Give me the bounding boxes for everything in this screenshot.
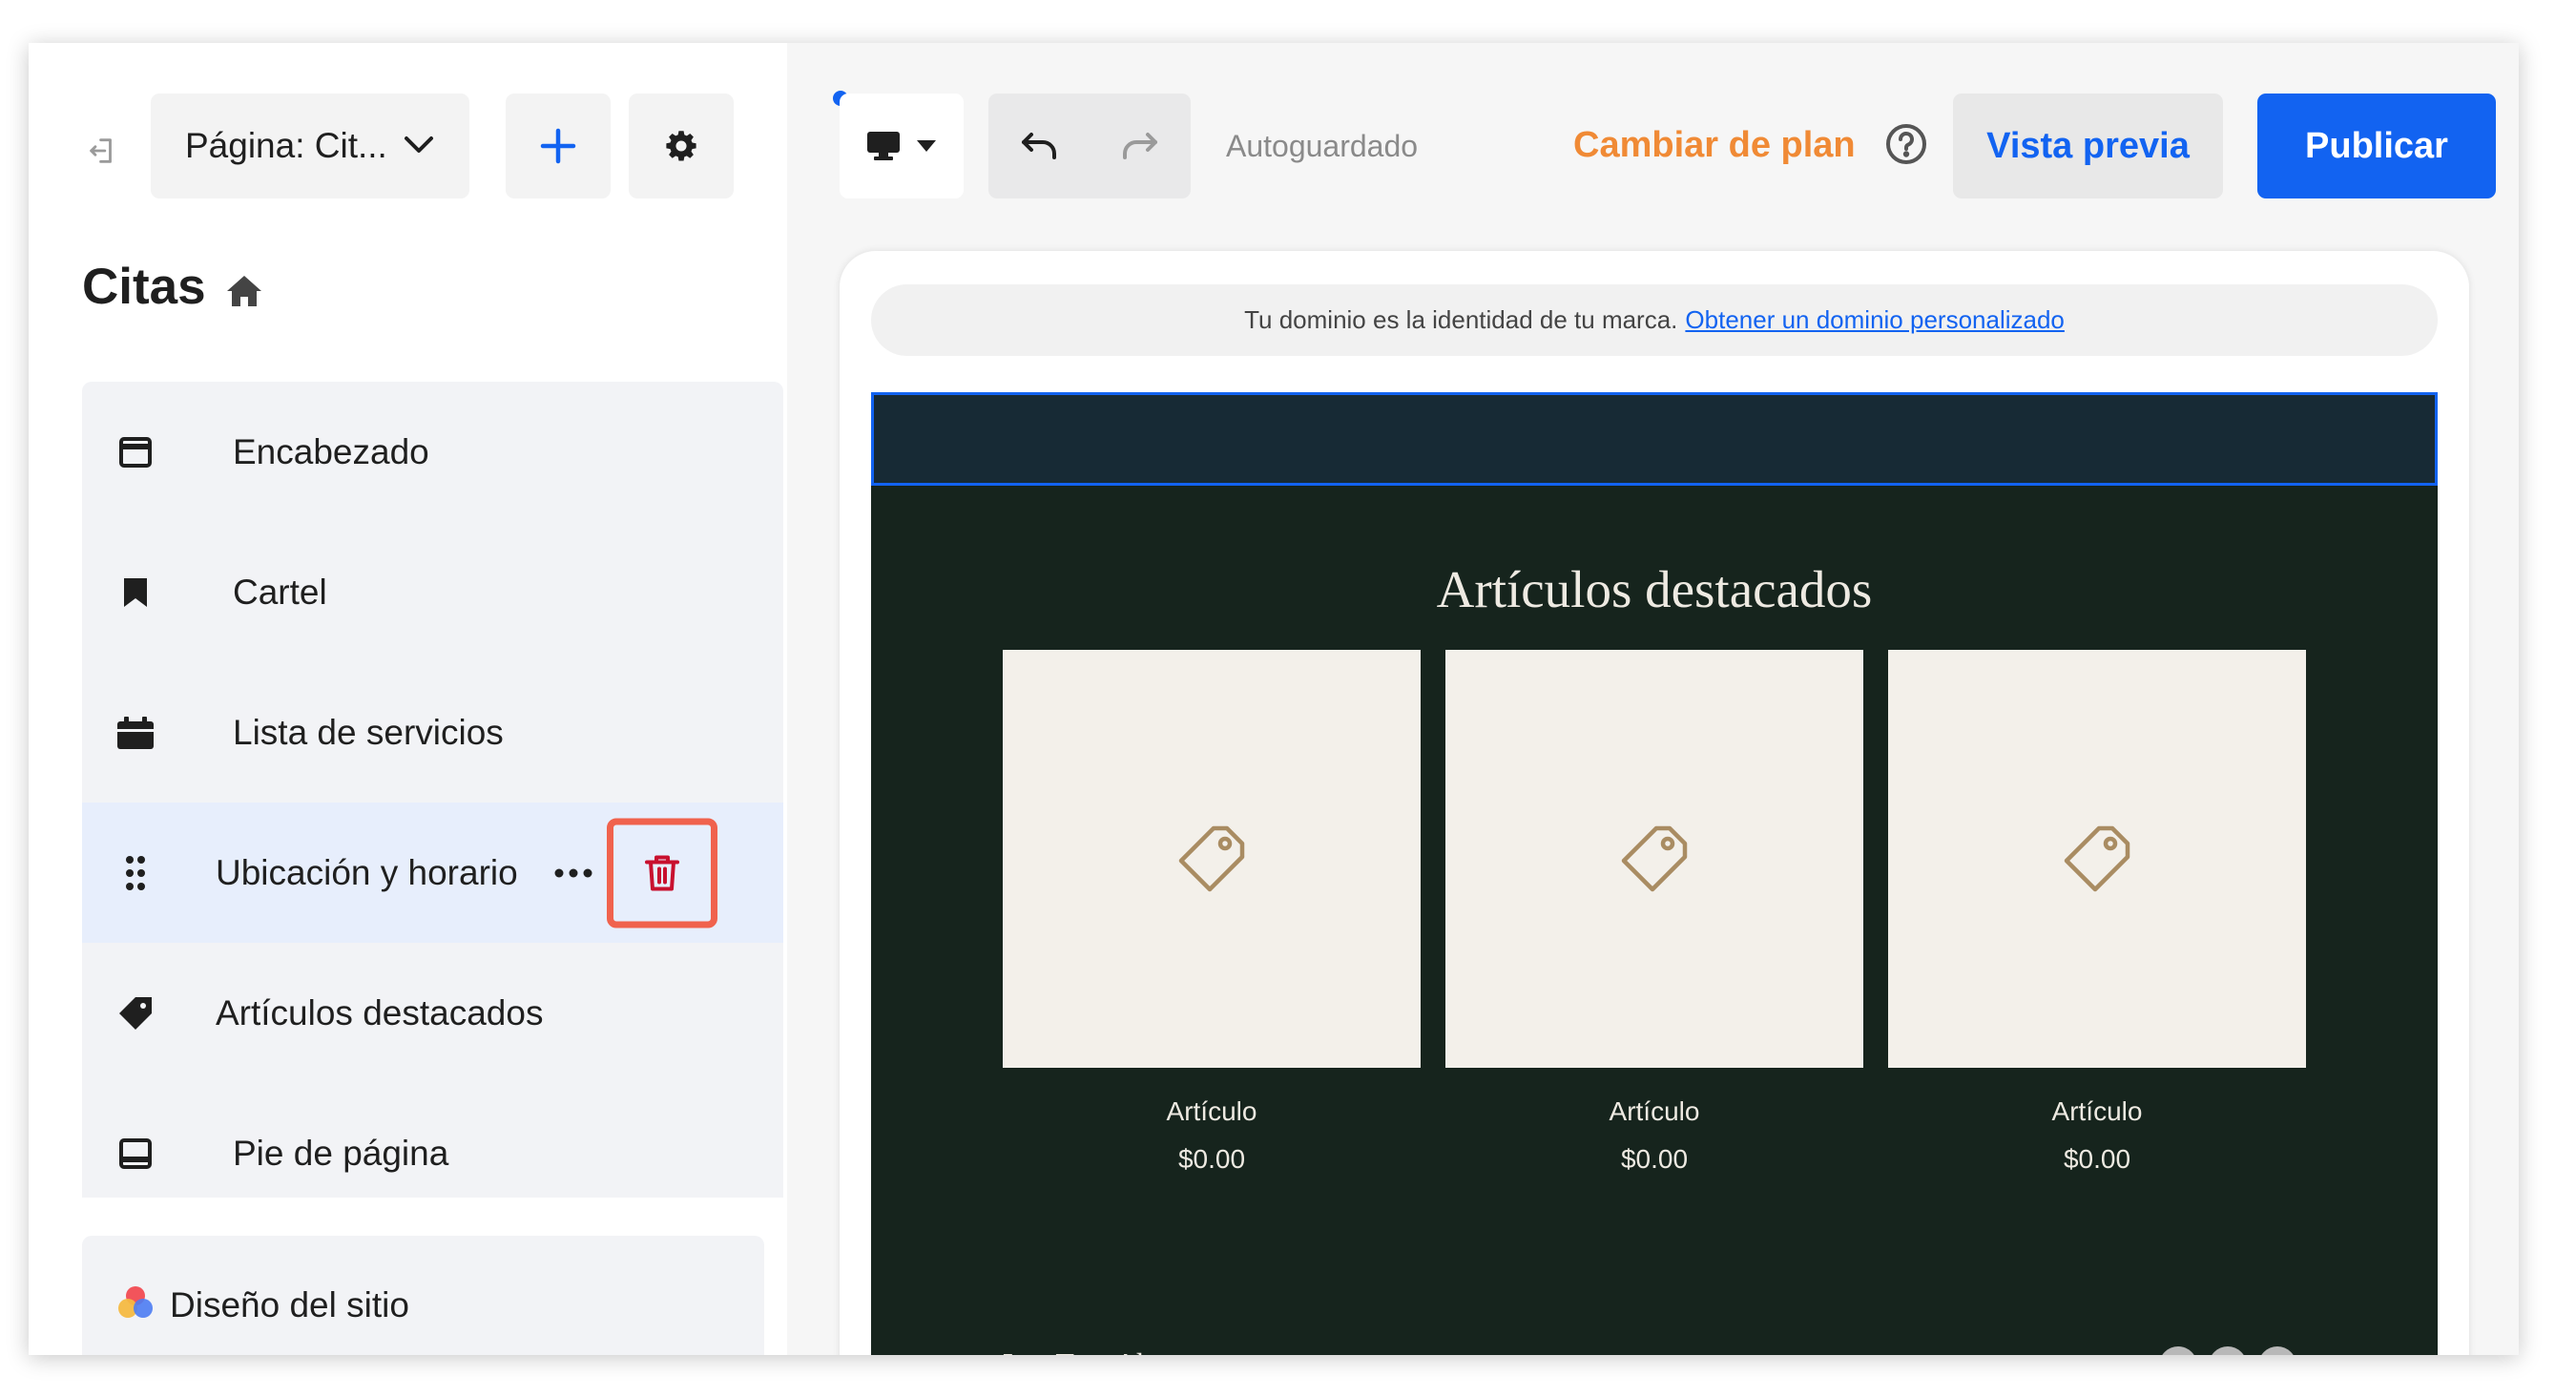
delete-section-button[interactable] <box>607 818 717 928</box>
undo-icon <box>1022 133 1056 159</box>
page-settings-button[interactable] <box>629 94 734 198</box>
section-label: Pie de página <box>233 1133 449 1173</box>
page-title-text: Citas <box>82 259 206 315</box>
domain-banner: Tu dominio es la identidad de tu marca. … <box>871 284 2438 356</box>
product-card[interactable]: Artículo $0.00 <box>1888 650 2306 1175</box>
site-header-section[interactable] <box>871 392 2438 486</box>
undo-button[interactable] <box>988 94 1090 198</box>
change-plan-link[interactable]: Cambiar de plan <box>1573 125 1856 166</box>
exit-button[interactable] <box>78 127 126 175</box>
site-preview-canvas: Tu dominio es la identidad de tu marca. … <box>840 251 2469 1355</box>
device-view-selector[interactable] <box>840 94 964 198</box>
more-dots-icon <box>554 868 592 877</box>
page-selector-label: Página: Cit... <box>185 126 387 165</box>
sections-list: Encabezado Cartel Lista de servicios Ubi… <box>82 382 783 1198</box>
exit-icon <box>90 138 112 163</box>
add-page-button[interactable] <box>506 94 611 198</box>
gear-icon <box>666 131 696 161</box>
tag-icon <box>1621 825 1688 892</box>
instagram-icon[interactable] <box>2209 1346 2247 1355</box>
site-design-button[interactable]: Diseño del sitio <box>82 1236 764 1355</box>
product-name: Artículo <box>1609 1096 1700 1126</box>
footer-brand-name: Los Tres Abetos <box>1003 1346 1201 1355</box>
site-design-label: Diseño del sitio <box>170 1285 409 1324</box>
facebook-icon[interactable] <box>2159 1346 2197 1355</box>
product-image <box>1888 650 2306 1068</box>
product-image <box>1003 650 1421 1068</box>
palette-icon <box>118 1286 153 1318</box>
home-icon <box>226 275 261 306</box>
section-item-services[interactable]: Lista de servicios <box>82 662 783 803</box>
section-label: Cartel <box>233 572 327 612</box>
page-selector[interactable]: Página: Cit... <box>151 94 469 198</box>
product-card[interactable]: Artículo $0.00 <box>1445 650 1863 1175</box>
drag-handle-icon[interactable] <box>116 854 155 892</box>
plus-icon <box>540 128 576 164</box>
section-label: Lista de servicios <box>233 712 504 752</box>
site-content: Artículos destacados Artículo $0.00 Artí… <box>871 392 2438 1355</box>
domain-banner-text: Tu dominio es la identidad de tu marca. <box>1244 305 1678 334</box>
undo-redo-group <box>988 94 1191 198</box>
featured-title: Artículos destacados <box>1436 560 1873 618</box>
trash-icon <box>645 855 679 891</box>
section-item-header[interactable]: Encabezado <box>82 382 783 522</box>
chevron-down-icon <box>917 140 936 152</box>
chevron-down-icon <box>405 136 433 153</box>
calendar-icon <box>116 714 155 752</box>
section-label: Artículos destacados <box>216 992 544 1032</box>
footer-layout-icon <box>116 1135 155 1173</box>
tag-icon <box>2064 825 2130 892</box>
section-item-featured[interactable]: Artículos destacados <box>82 943 783 1083</box>
section-item-location-hours[interactable]: Ubicación y horario <box>82 803 783 943</box>
product-card[interactable]: Artículo $0.00 <box>1003 650 1421 1175</box>
section-label: Encabezado <box>233 431 429 471</box>
autosave-status: Autoguardado <box>1226 129 1419 163</box>
redo-button[interactable] <box>1090 94 1191 198</box>
tag-icon <box>116 994 155 1032</box>
publish-button[interactable]: Publicar <box>2257 94 2496 198</box>
product-image <box>1445 650 1863 1068</box>
product-name: Artículo <box>1166 1096 1257 1126</box>
product-name: Artículo <box>2051 1096 2143 1126</box>
product-price: $0.00 <box>1177 1144 1246 1174</box>
pinterest-icon[interactable] <box>2258 1346 2296 1355</box>
product-price: $0.00 <box>1620 1144 1689 1174</box>
page-title: Citas <box>82 258 263 316</box>
product-price: $0.00 <box>2063 1144 2131 1174</box>
help-circle-icon[interactable] <box>1884 122 1928 166</box>
more-options-button[interactable] <box>550 854 597 892</box>
left-panel: Página: Cit... Citas Encabezado Cartel L… <box>29 43 787 1355</box>
preview-button[interactable]: Vista previa <box>1953 94 2223 198</box>
header-layout-icon <box>116 433 155 471</box>
section-label: Ubicación y horario <box>216 852 518 892</box>
desktop-icon <box>867 132 900 160</box>
redo-icon <box>1123 133 1157 159</box>
editor-window: Página: Cit... Citas Encabezado Cartel L… <box>29 43 2519 1355</box>
section-item-footer[interactable]: Pie de página <box>82 1083 783 1198</box>
bookmark-icon <box>116 573 155 612</box>
section-item-banner[interactable]: Cartel <box>82 522 783 662</box>
custom-domain-link[interactable]: Obtener un dominio personalizado <box>1685 305 2064 335</box>
tag-icon <box>1178 825 1245 892</box>
